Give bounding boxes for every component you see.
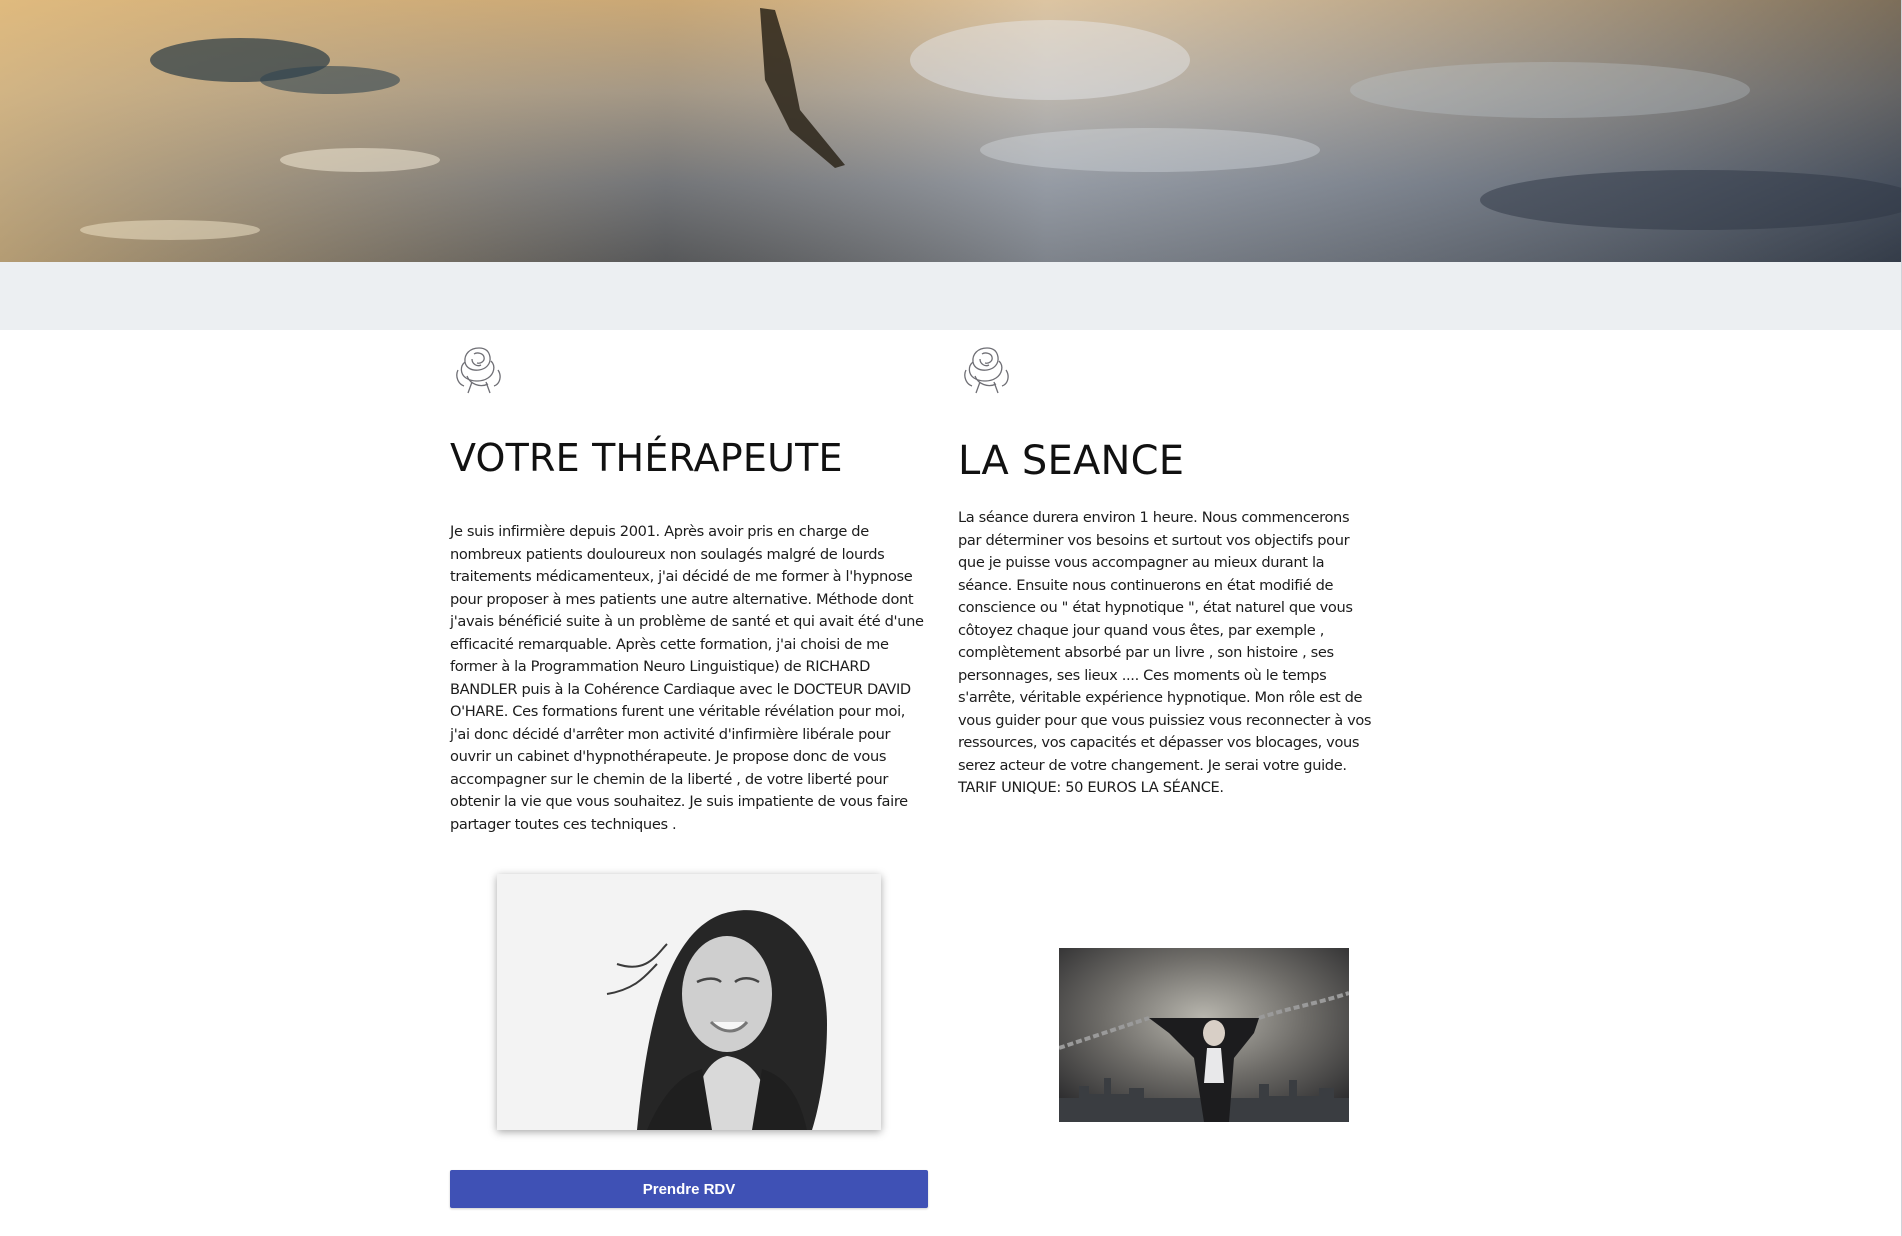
rose-icon	[964, 347, 1009, 394]
gray-divider-band	[0, 262, 1902, 330]
prendre-rdv-button[interactable]: Prendre RDV	[450, 1170, 928, 1208]
hero-banner-image	[0, 0, 1902, 262]
therapist-paragraph: Je suis infirmière depuis 2001. Après av…	[450, 523, 924, 833]
session-paragraph: La séance durera environ 1 heure. Nous c…	[958, 509, 1372, 774]
therapist-title: VOTRE THÉRAPEUTE	[450, 436, 843, 480]
rose-icon	[456, 347, 501, 394]
session-text: La séance durera environ 1 heure. Nous c…	[958, 507, 1376, 800]
session-title: LA SEANCE	[958, 438, 1185, 484]
woman-breaking-chains-photo	[1059, 948, 1349, 1122]
therapist-portrait-photo	[497, 874, 881, 1130]
session-tariff: TARIF UNIQUE: 50 EUROS LA SÉANCE.	[958, 779, 1224, 796]
